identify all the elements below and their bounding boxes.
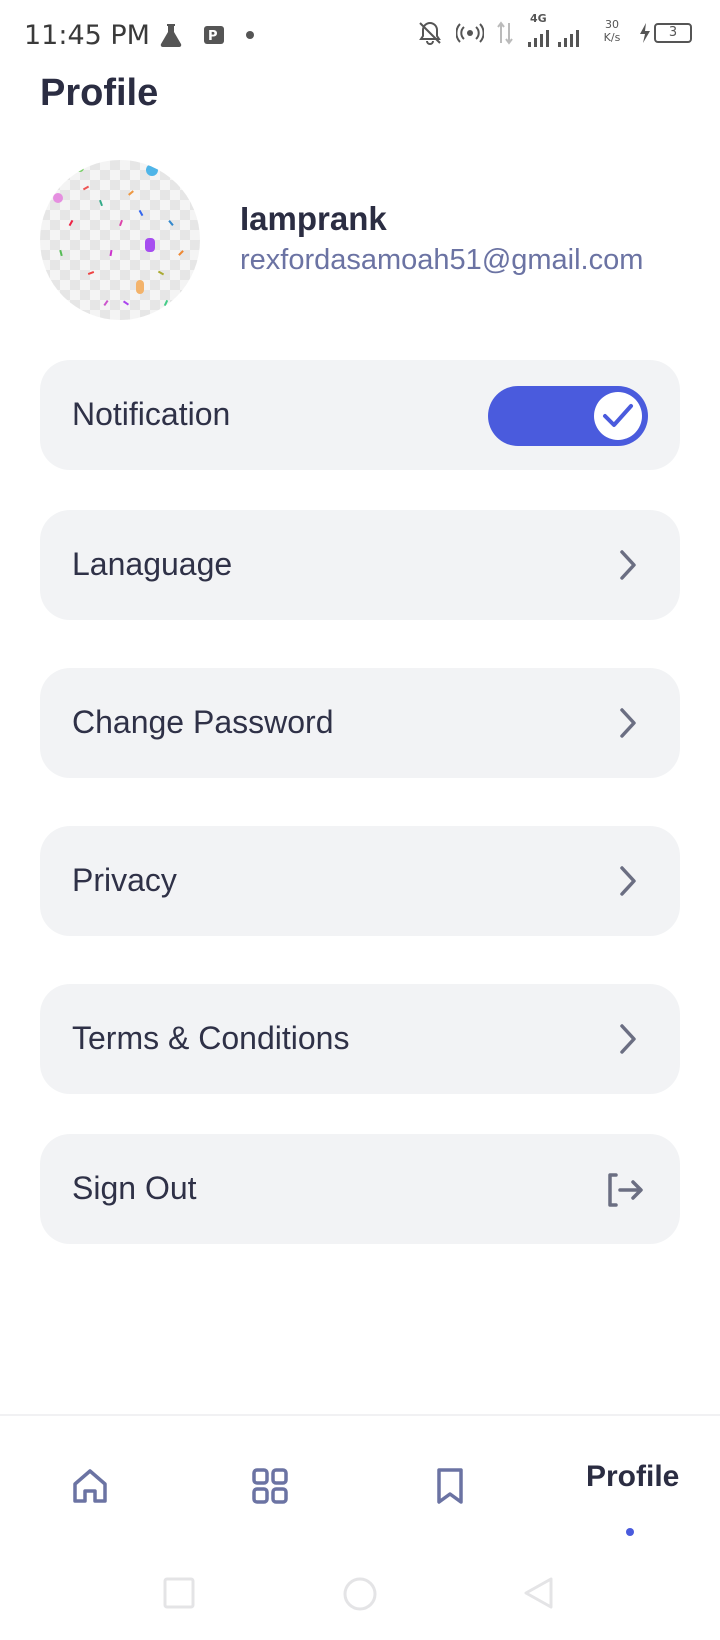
nav-profile-label[interactable]: Profile bbox=[586, 1460, 679, 1494]
bottom-nav: Profile bbox=[0, 1414, 720, 1554]
notification-toggle[interactable] bbox=[488, 386, 648, 446]
chevron-right-icon bbox=[620, 1024, 636, 1054]
user-name: Iamprank bbox=[240, 200, 387, 237]
toggle-knob bbox=[594, 392, 642, 440]
back-triangle-icon[interactable] bbox=[522, 1576, 556, 1610]
battery-level: 3 bbox=[654, 23, 692, 43]
terms-label: Terms & Conditions bbox=[72, 1020, 350, 1056]
dot-icon bbox=[246, 31, 254, 39]
status-bar: 11:45 PM P 4G 30 K/s 3 bbox=[0, 0, 720, 72]
system-nav-bar bbox=[0, 1554, 720, 1640]
language-row[interactable]: Lanaguage bbox=[40, 510, 680, 620]
sign-out-row[interactable]: Sign Out bbox=[40, 1134, 680, 1244]
recents-icon[interactable] bbox=[162, 1576, 196, 1610]
confetti-avatar-image bbox=[53, 164, 184, 307]
bell-off-icon bbox=[419, 21, 441, 45]
page-title: Profile bbox=[40, 72, 159, 114]
net-speed: 30 K/s bbox=[603, 18, 621, 44]
user-email: rexfordasamoah51@gmail.com bbox=[240, 244, 644, 276]
notification-row: Notification bbox=[40, 360, 680, 470]
svg-text:P: P bbox=[208, 29, 218, 44]
sign-out-icon bbox=[608, 1173, 643, 1207]
chevron-right-icon bbox=[620, 708, 636, 738]
change-password-row[interactable]: Change Password bbox=[40, 668, 680, 778]
language-label: Lanaguage bbox=[72, 546, 233, 582]
notification-label: Notification bbox=[72, 396, 231, 432]
battery-icon: 3 bbox=[638, 22, 692, 44]
data-arrows-icon bbox=[497, 21, 513, 45]
network-type: 4G bbox=[530, 12, 547, 25]
hotspot-icon bbox=[456, 23, 484, 43]
avatar[interactable] bbox=[40, 160, 200, 320]
signal-icon: 4G bbox=[526, 12, 586, 48]
privacy-row[interactable]: Privacy bbox=[40, 826, 680, 936]
home-icon[interactable] bbox=[70, 1466, 110, 1506]
bookmark-icon[interactable] bbox=[430, 1466, 470, 1506]
grid-icon[interactable] bbox=[250, 1466, 290, 1506]
chevron-right-icon bbox=[620, 866, 636, 896]
change-password-label: Change Password bbox=[72, 704, 334, 740]
chevron-right-icon bbox=[620, 550, 636, 580]
status-time: 11:45 PM bbox=[24, 20, 150, 51]
flask-icon bbox=[160, 24, 182, 48]
home-circle-icon[interactable] bbox=[342, 1576, 378, 1612]
sign-out-label: Sign Out bbox=[72, 1170, 197, 1206]
parking-icon: P bbox=[204, 26, 224, 44]
terms-row[interactable]: Terms & Conditions bbox=[40, 984, 680, 1094]
checkmark-icon bbox=[603, 404, 633, 427]
privacy-label: Privacy bbox=[72, 862, 177, 898]
active-indicator-dot bbox=[626, 1528, 634, 1536]
